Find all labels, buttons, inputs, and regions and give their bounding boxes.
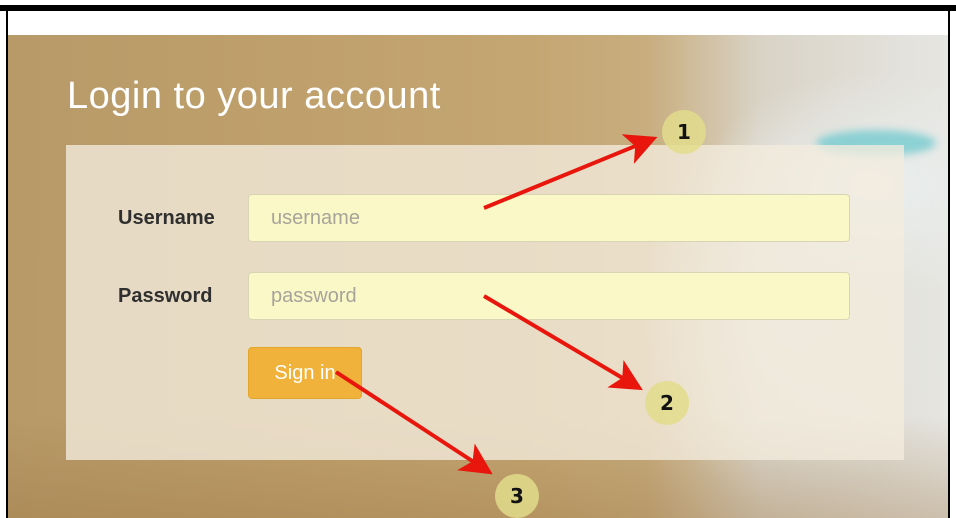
page-title: Login to your account: [67, 75, 441, 117]
password-label: Password: [118, 285, 213, 307]
login-form-panel: Username Password Sign in: [66, 145, 904, 460]
signin-button[interactable]: Sign in: [248, 347, 362, 399]
annotation-badge-1: 1: [662, 110, 706, 154]
screenshot-frame: Login to your account Username Password …: [0, 0, 956, 518]
username-field[interactable]: [248, 194, 850, 242]
username-label: Username: [118, 207, 215, 229]
login-hero-background: Login to your account Username Password …: [8, 35, 948, 518]
annotation-badge-3: 3: [495, 474, 539, 518]
top-border: [0, 5, 956, 11]
annotation-badge-2: 2: [645, 381, 689, 425]
right-border: [948, 11, 950, 518]
password-field[interactable]: [248, 272, 850, 320]
